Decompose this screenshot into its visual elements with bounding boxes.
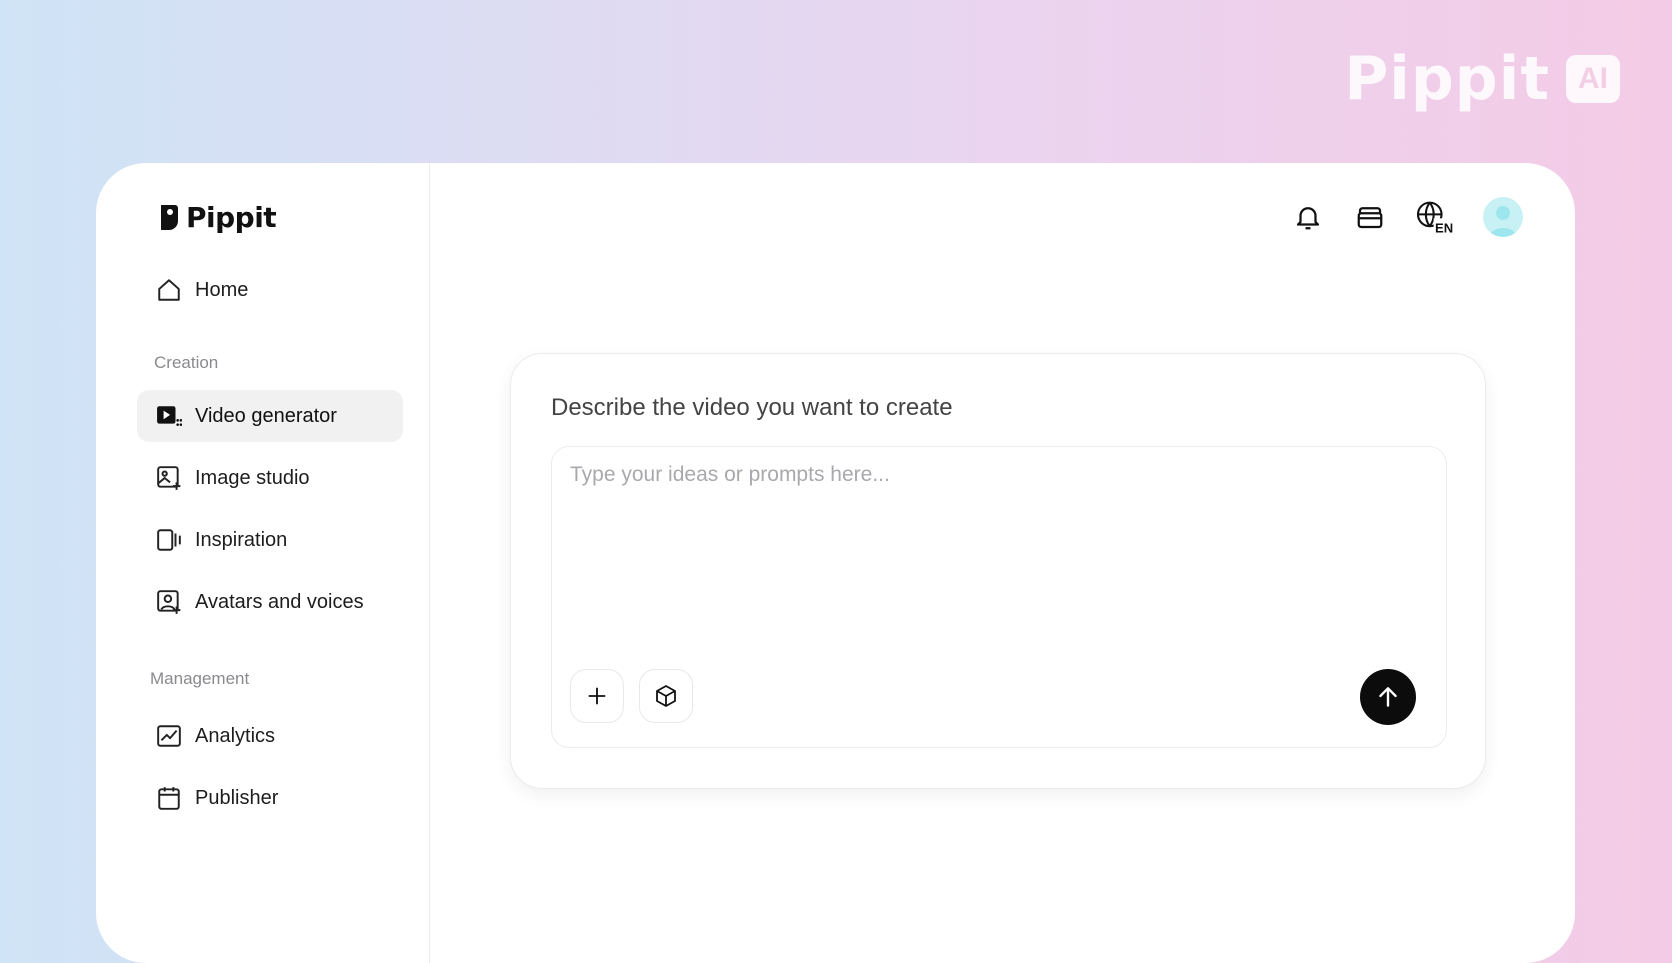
watermark-brand: Pippit (1344, 44, 1550, 114)
analytics-icon (155, 722, 183, 750)
add-icon (588, 687, 606, 705)
video-prompt-card: Describe the video you want to create (510, 353, 1486, 789)
image-studio-icon (155, 464, 183, 492)
card-title: Describe the video you want to create (551, 394, 953, 421)
sidebar-item-publisher[interactable]: Publisher (137, 772, 403, 824)
prompt-box (551, 446, 1447, 748)
sidebar-item-label: Video generator (195, 404, 337, 427)
add-button[interactable] (570, 669, 624, 723)
language-code: EN (1435, 221, 1453, 234)
watermark-badge: AI (1566, 55, 1620, 103)
credits-icon[interactable] (1353, 200, 1387, 234)
section-label-management: Management (150, 669, 250, 688)
video-generator-icon (155, 402, 183, 430)
bell-icon[interactable] (1291, 200, 1325, 234)
sidebar: Pippit Home Creation Video generator Ima… (96, 163, 430, 963)
sidebar-item-label: Image studio (195, 466, 310, 489)
send-button[interactable] (1360, 669, 1416, 725)
calendar-icon (155, 784, 183, 812)
logo-mark-icon (161, 204, 178, 230)
app-logo[interactable]: Pippit (158, 201, 277, 234)
sidebar-item-analytics[interactable]: Analytics (137, 710, 403, 762)
sidebar-item-label: Analytics (195, 724, 276, 747)
sidebar-item-home[interactable]: Home (137, 264, 403, 316)
sidebar-item-inspiration[interactable]: Inspiration (137, 514, 403, 566)
app-window: Pippit Home Creation Video generator Ima… (96, 163, 1575, 963)
avatar-voice-icon (155, 588, 183, 616)
logo-text: Pippit (186, 201, 277, 234)
send-arrow-icon (1379, 687, 1397, 707)
brand-watermark: Pippit AI (1344, 44, 1620, 114)
sidebar-item-avatars-and-voices[interactable]: Avatars and voices (137, 576, 403, 628)
sidebar-item-video-generator[interactable]: Video generator (137, 390, 403, 442)
section-label-creation: Creation (154, 353, 219, 372)
prompt-input[interactable] (568, 461, 1432, 645)
sidebar-item-image-studio[interactable]: Image studio (137, 452, 403, 504)
avatar[interactable] (1483, 197, 1523, 237)
header-icons: EN (1291, 197, 1523, 237)
sidebar-item-label: Publisher (195, 786, 279, 809)
language-icon[interactable]: EN (1415, 200, 1455, 234)
asset-button[interactable] (639, 669, 693, 723)
inspiration-icon (155, 526, 183, 554)
sidebar-item-label: Avatars and voices (195, 590, 364, 613)
sidebar-item-label: Home (195, 278, 249, 301)
home-icon (155, 276, 183, 304)
cube-icon (656, 685, 676, 707)
main-panel: EN Describe the video you want to create (430, 163, 1575, 963)
sidebar-item-label: Inspiration (195, 528, 288, 551)
